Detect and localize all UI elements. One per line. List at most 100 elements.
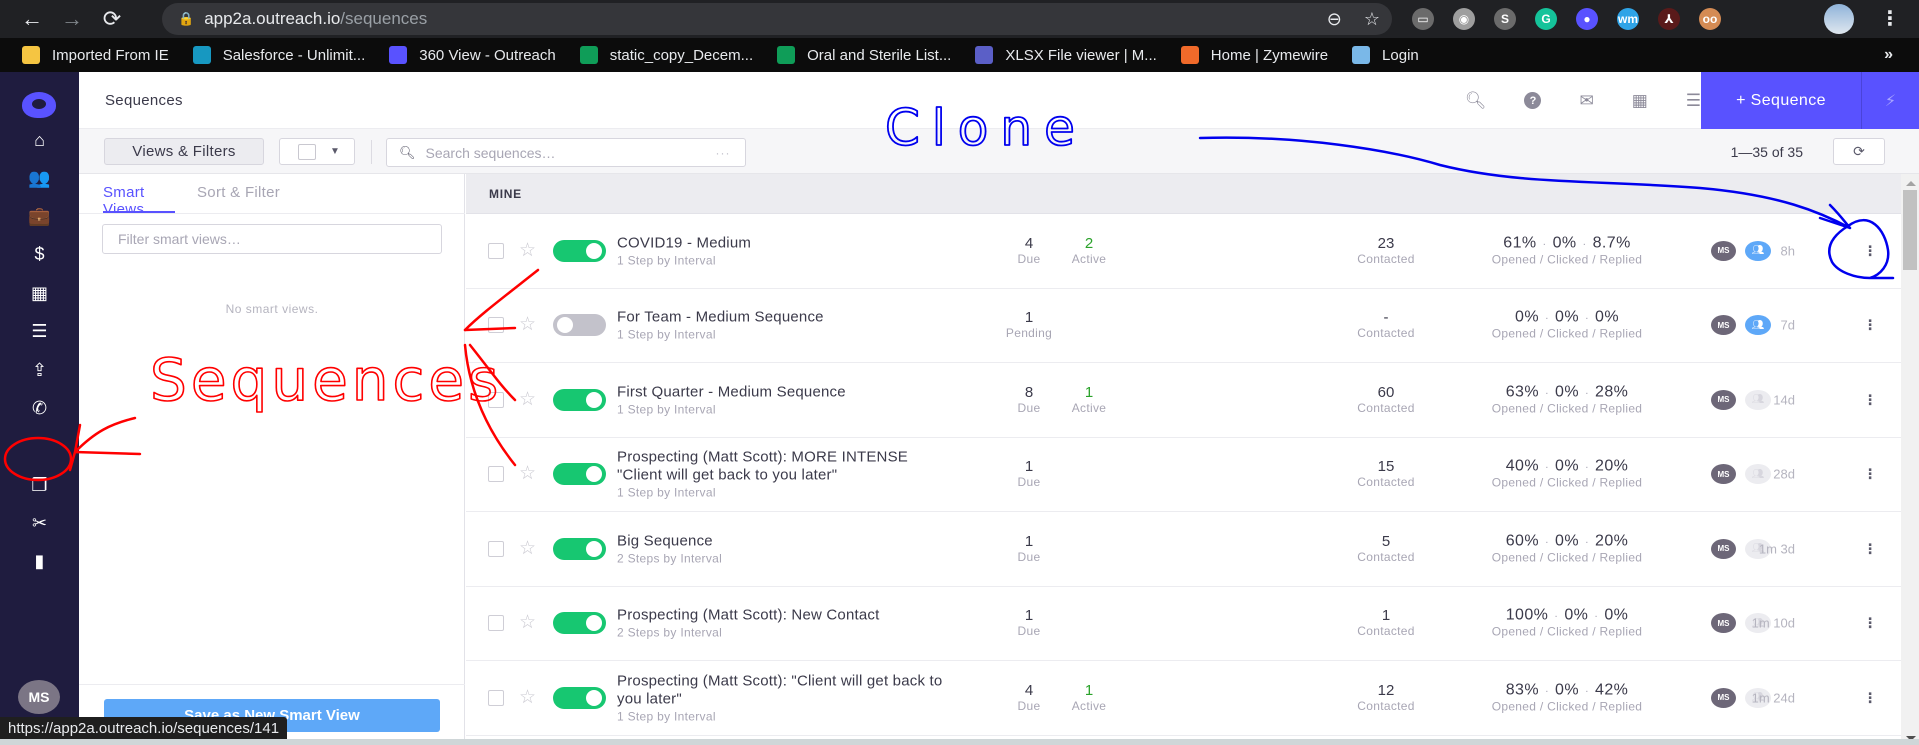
outreach-logo[interactable] (22, 92, 56, 118)
rail-item-calls[interactable]: ✆ (0, 389, 79, 427)
row-checkbox[interactable] (488, 466, 504, 483)
rail-item-accounts[interactable]: 💼 (0, 197, 79, 235)
row-menu-icon[interactable]: ⋮ (1863, 242, 1877, 259)
walkme-extension-icon[interactable]: wm (1617, 8, 1639, 30)
scroll-thumb[interactable] (1903, 190, 1917, 270)
row-checkbox[interactable] (488, 317, 504, 334)
row-menu-icon[interactable]: ⋮ (1863, 317, 1877, 334)
sequence-name[interactable]: COVID19 - Medium (617, 234, 977, 252)
row-menu-icon[interactable]: ⋮ (1863, 391, 1877, 408)
bookmark-star-icon[interactable]: ☆ (1364, 9, 1380, 30)
row-menu-icon[interactable]: ⋮ (1863, 689, 1877, 706)
sequence-name[interactable]: Prospecting (Matt Scott): "Client will g… (617, 672, 957, 708)
sequence-toggle[interactable] (553, 388, 606, 411)
sequence-row[interactable]: ☆ Prospecting (Matt Scott): New Contact … (466, 587, 1901, 661)
filter-smart-views-input[interactable] (102, 224, 442, 254)
address-bar[interactable]: 🔒 app2a.outreach.io/sequences ⊖ ☆ (162, 3, 1392, 35)
profile-avatar[interactable] (1824, 4, 1854, 34)
views-filters-button[interactable]: Views & Filters (104, 138, 264, 165)
bulk-select-dropdown[interactable]: ▼ (279, 138, 355, 165)
sequence-name-cell[interactable]: Big Sequence 2 Steps by Interval (617, 532, 977, 565)
rail-item-snippets[interactable]: ❐ (0, 466, 79, 504)
bookmark-item[interactable]: Salesforce - Unlimit... (192, 46, 365, 64)
rail-item-opportunities[interactable]: $ (0, 235, 79, 273)
tasks-icon[interactable]: ☰ (1686, 91, 1701, 111)
row-checkbox[interactable] (488, 242, 504, 259)
sequence-name[interactable]: Prospecting (Matt Scott): MORE INTENSE "… (617, 449, 957, 485)
star-icon[interactable]: ☆ (519, 313, 536, 336)
disk-extension-icon[interactable]: ◉ (1453, 8, 1475, 30)
row-checkbox[interactable] (488, 615, 504, 632)
bookmark-item[interactable]: Oral and Sterile List... (777, 46, 951, 64)
rail-item-content[interactable]: ⇪ (0, 351, 79, 389)
rail-item-tools[interactable]: ✂ (0, 504, 79, 542)
refresh-button[interactable]: ⟳ (1833, 138, 1885, 165)
rail-item-prospects[interactable]: 👥 (0, 159, 79, 197)
star-icon[interactable]: ☆ (519, 239, 536, 262)
sequence-toggle[interactable] (553, 537, 606, 560)
sequence-name-cell[interactable]: Prospecting (Matt Scott): New Contact 2 … (617, 607, 977, 640)
sequence-name[interactable]: Big Sequence (617, 532, 977, 550)
forward-button[interactable]: → (52, 0, 92, 38)
star-icon[interactable]: ☆ (519, 686, 536, 709)
search-box[interactable]: 🔍︎ ··· (386, 138, 746, 167)
bookmark-item[interactable]: static_copy_Decem... (579, 46, 753, 64)
sequence-name[interactable]: First Quarter - Medium Sequence (617, 383, 977, 401)
sequence-toggle[interactable] (553, 239, 606, 262)
reload-button[interactable]: ⟳ (92, 0, 132, 38)
rail-item-calendar[interactable]: ▦ (0, 274, 79, 312)
sequence-toggle[interactable] (553, 686, 606, 709)
sequence-name-cell[interactable]: For Team - Medium Sequence 1 Step by Int… (617, 309, 977, 342)
sequence-row[interactable]: ☆ First Quarter - Medium Sequence 1 Step… (466, 363, 1901, 438)
skype-extension-icon[interactable]: S (1494, 8, 1516, 30)
sequence-toggle[interactable] (553, 612, 606, 635)
bookmark-item[interactable]: Home | Zymewire (1180, 46, 1328, 64)
user-avatar[interactable]: MS (18, 680, 60, 714)
scrollbar[interactable] (1901, 174, 1919, 745)
rail-item-tasks[interactable]: ☰ (0, 312, 79, 350)
tab-sort-filter[interactable]: Sort & Filter (197, 174, 280, 213)
search-icon[interactable]: 🔍︎ (1465, 91, 1487, 111)
sequence-row[interactable]: ☆ For Team - Medium Sequence 1 Step by I… (466, 289, 1901, 363)
sequence-row[interactable]: ☆ Big Sequence 2 Steps by Interval 1 Due… (466, 512, 1901, 587)
calendar-icon[interactable]: ▦ (1632, 91, 1648, 111)
sequence-name-cell[interactable]: COVID19 - Medium 1 Step by Interval (617, 234, 977, 267)
screen-extension-icon[interactable]: ▭ (1412, 8, 1434, 30)
sequence-row[interactable]: ☆ COVID19 - Medium 1 Step by Interval 4 … (466, 214, 1901, 289)
sequence-row[interactable]: ☆ Prospecting (Matt Scott): "Client will… (466, 661, 1901, 736)
rail-item-home[interactable]: ⌂ (0, 121, 79, 159)
grammarly-extension-icon[interactable]: G (1535, 8, 1557, 30)
sequence-name-cell[interactable]: First Quarter - Medium Sequence 1 Step b… (617, 383, 977, 416)
scroll-up-arrow[interactable] (1906, 181, 1916, 186)
row-menu-icon[interactable]: ⋮ (1863, 540, 1877, 557)
sequence-row[interactable]: ☆ Prospecting (Matt Scott): MORE INTENSE… (466, 438, 1901, 512)
star-icon[interactable]: ☆ (519, 462, 536, 485)
sequence-toggle[interactable] (553, 314, 606, 337)
row-checkbox[interactable] (488, 391, 504, 408)
bookmarks-more-button[interactable]: » (1884, 46, 1893, 64)
pdf-extension-icon[interactable]: ⅄ (1658, 8, 1680, 30)
bookmark-item[interactable]: Imported From IE (22, 46, 169, 64)
zoom-out-icon[interactable]: ⊖ (1327, 9, 1342, 30)
bookmark-item[interactable]: XLSX File viewer | M... (975, 46, 1157, 64)
bookmark-item[interactable]: Login (1352, 46, 1419, 64)
star-icon[interactable]: ☆ (519, 537, 536, 560)
search-input[interactable] (425, 144, 716, 161)
bolt-icon[interactable]: ⚡ (1861, 72, 1919, 129)
help-icon[interactable]: ? (1524, 92, 1542, 109)
browser-menu-icon[interactable]: ⋮ (1880, 6, 1900, 31)
more-options-icon[interactable]: ··· (716, 146, 731, 160)
bookmark-item[interactable]: 360 View - Outreach (389, 46, 556, 64)
new-sequence-button[interactable]: + Sequence (1701, 72, 1861, 129)
row-menu-icon[interactable]: ⋮ (1863, 615, 1877, 632)
sequence-name[interactable]: For Team - Medium Sequence (617, 309, 977, 327)
row-checkbox[interactable] (488, 540, 504, 557)
spectacles-extension-icon[interactable]: oo (1699, 8, 1721, 30)
outreach-extension-icon[interactable]: ● (1576, 8, 1598, 30)
row-checkbox[interactable] (488, 689, 504, 706)
sequence-toggle[interactable] (553, 463, 606, 486)
sequence-name-cell[interactable]: Prospecting (Matt Scott): "Client will g… (617, 672, 977, 723)
star-icon[interactable]: ☆ (519, 611, 536, 634)
rail-item-reports[interactable]: ▮ (0, 542, 79, 580)
tab-smart-views[interactable]: Smart Views (103, 174, 175, 218)
